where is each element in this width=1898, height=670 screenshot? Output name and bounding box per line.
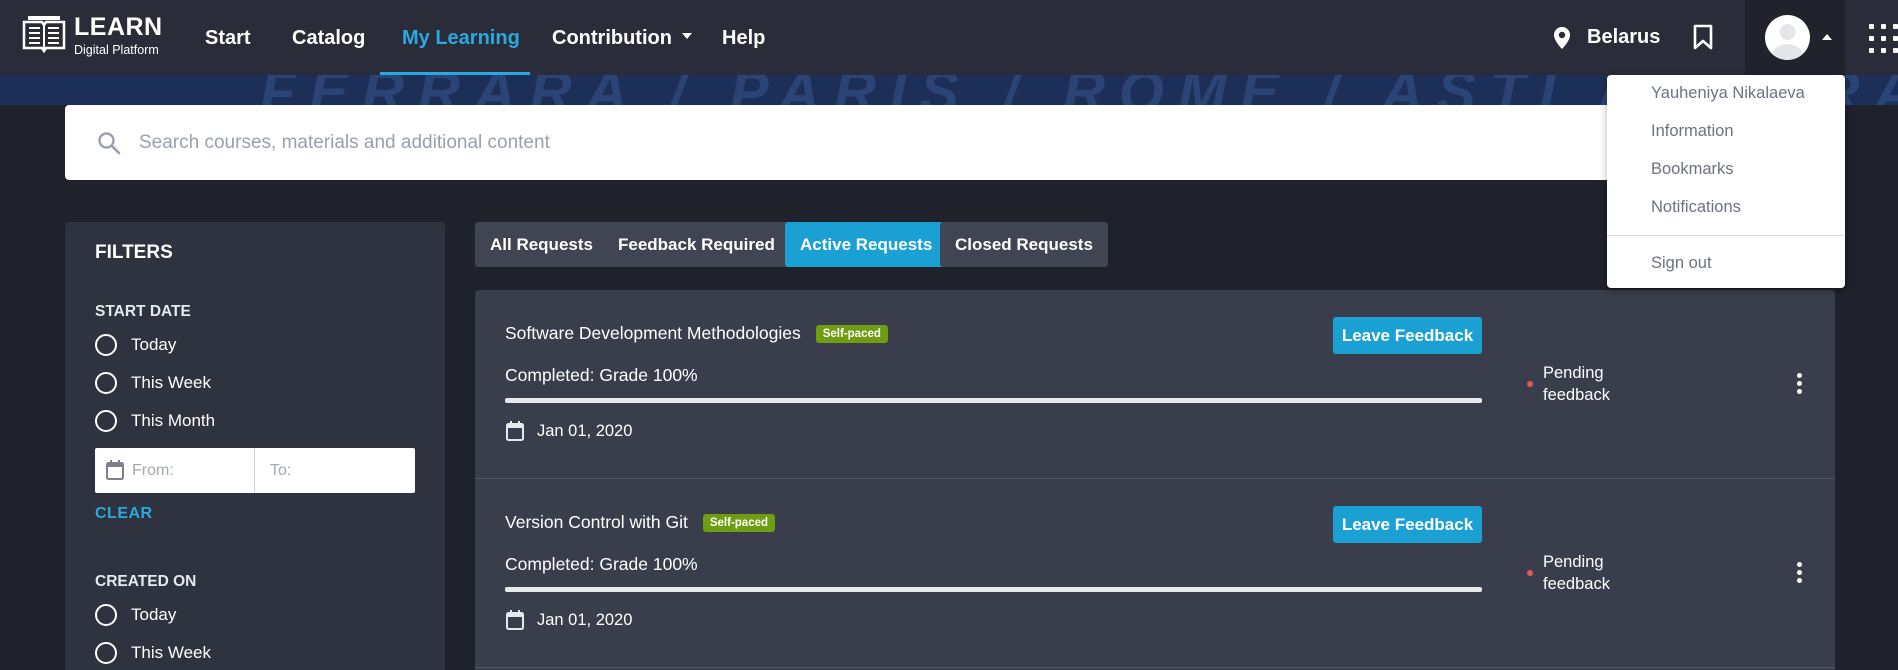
date-row: Jan 01, 2020 (505, 609, 632, 631)
search-input[interactable] (139, 123, 1639, 163)
date-range-picker (95, 448, 415, 493)
course-title-text: Software Development Methodologies (505, 323, 801, 343)
start-date-today-option[interactable]: Today (95, 334, 176, 356)
start-date-this-month-option[interactable]: This Month (95, 410, 215, 432)
apps-grid-icon[interactable] (1869, 24, 1898, 54)
progress-bar (505, 398, 1482, 403)
tab-feedback-required[interactable]: Feedback Required (603, 222, 790, 267)
created-on-today-option[interactable]: Today (95, 604, 176, 626)
tab-closed-requests[interactable]: Closed Requests (940, 222, 1108, 267)
user-menu-dropdown: Yauheniya Nikalaeva Information Bookmark… (1607, 75, 1845, 288)
radio-label: Today (131, 335, 177, 354)
user-menu-toggle[interactable] (1745, 0, 1845, 75)
course-title[interactable]: Software Development Methodologies Self-… (505, 323, 888, 344)
status-text: Pending feedback (1543, 364, 1610, 404)
list-item: Version Control with Git Self-paced Comp… (475, 479, 1835, 668)
book-logo-icon (22, 16, 66, 54)
date-from-input[interactable] (132, 448, 250, 493)
caret-up-icon (1822, 34, 1832, 40)
progress-fill (505, 398, 1482, 403)
menu-divider (1607, 235, 1845, 236)
created-on-heading: CREATED ON (95, 573, 197, 590)
nav-contribution-label: Contribution (552, 27, 672, 49)
location-label: Belarus (1587, 26, 1661, 48)
date-row: Jan 01, 2020 (505, 420, 632, 442)
radio-label: This Month (131, 411, 216, 430)
radio-label: This Week (131, 643, 211, 662)
progress-bar (505, 587, 1482, 592)
more-options-icon[interactable] (1797, 373, 1803, 395)
map-pin-icon (1554, 26, 1570, 49)
logo-title: LEARN (74, 13, 163, 41)
status-dot (1527, 570, 1533, 576)
more-options-icon[interactable] (1797, 562, 1803, 584)
completion-text: Completed: Grade 100% (505, 365, 698, 385)
menu-item-information[interactable]: Information (1651, 122, 1734, 141)
user-silhouette-icon (1772, 24, 1803, 60)
calendar-icon (506, 421, 524, 441)
nav-catalog[interactable]: Catalog (292, 0, 365, 75)
logo-subtitle: Digital Platform (74, 43, 159, 57)
date-to-field (255, 448, 415, 493)
status-dot (1527, 381, 1533, 387)
calendar-icon (106, 460, 124, 480)
self-paced-badge: Self-paced (702, 513, 776, 532)
completion-text: Completed: Grade 100% (505, 554, 698, 574)
radio-button[interactable] (95, 410, 117, 432)
radio-label: This Week (131, 373, 211, 392)
location-selector[interactable]: Belarus (1553, 0, 1660, 75)
list-item: Software Development Methodologies Self-… (475, 290, 1835, 479)
created-on-this-week-option[interactable]: This Week (95, 642, 211, 664)
radio-button[interactable] (95, 604, 117, 626)
nav-my-learning[interactable]: My Learning (402, 0, 520, 75)
start-date-this-week-option[interactable]: This Week (95, 372, 211, 394)
radio-button[interactable] (95, 372, 117, 394)
bookmark-icon[interactable] (1693, 24, 1713, 50)
caret-down-icon (681, 32, 692, 39)
top-navigation-bar: LEARN Digital Platform Start Catalog My … (0, 0, 1898, 75)
leave-feedback-button[interactable]: Leave Feedback (1333, 317, 1482, 354)
date-from-field (95, 448, 255, 493)
calendar-icon (506, 610, 524, 630)
course-title[interactable]: Version Control with Git Self-paced (505, 512, 776, 533)
avatar (1765, 15, 1810, 60)
search-bar (65, 105, 1845, 180)
tab-active-requests[interactable]: Active Requests (785, 222, 948, 267)
radio-label: Today (131, 605, 177, 624)
tab-all-requests[interactable]: All Requests (475, 222, 608, 267)
start-date-heading: START DATE (95, 303, 191, 320)
nav-contribution[interactable]: Contribution (552, 0, 692, 75)
filters-title: FILTERS (95, 242, 173, 263)
search-icon (98, 132, 121, 155)
menu-item-bookmarks[interactable]: Bookmarks (1651, 160, 1734, 179)
self-paced-badge: Self-paced (815, 324, 888, 343)
menu-item-notifications[interactable]: Notifications (1651, 198, 1741, 217)
progress-fill (505, 587, 1482, 592)
radio-button[interactable] (95, 334, 117, 356)
course-title-text: Version Control with Git (505, 512, 688, 532)
date-to-input[interactable] (270, 448, 410, 493)
user-name-item[interactable]: Yauheniya Nikalaeva (1651, 84, 1805, 103)
radio-button[interactable] (95, 642, 117, 664)
date-text: Jan 01, 2020 (537, 421, 633, 440)
date-text: Jan 01, 2020 (537, 610, 633, 629)
clear-filters-link[interactable]: CLEAR (95, 505, 153, 523)
nav-start[interactable]: Start (205, 0, 251, 75)
menu-item-sign-out[interactable]: Sign out (1651, 254, 1712, 273)
status-text: Pending feedback (1543, 553, 1610, 593)
request-list: Software Development Methodologies Self-… (475, 290, 1835, 670)
logo[interactable]: LEARN Digital Platform (22, 14, 163, 58)
nav-help[interactable]: Help (722, 0, 765, 75)
filters-panel: FILTERS START DATE Today This Week This … (65, 222, 445, 670)
leave-feedback-button[interactable]: Leave Feedback (1333, 506, 1482, 543)
